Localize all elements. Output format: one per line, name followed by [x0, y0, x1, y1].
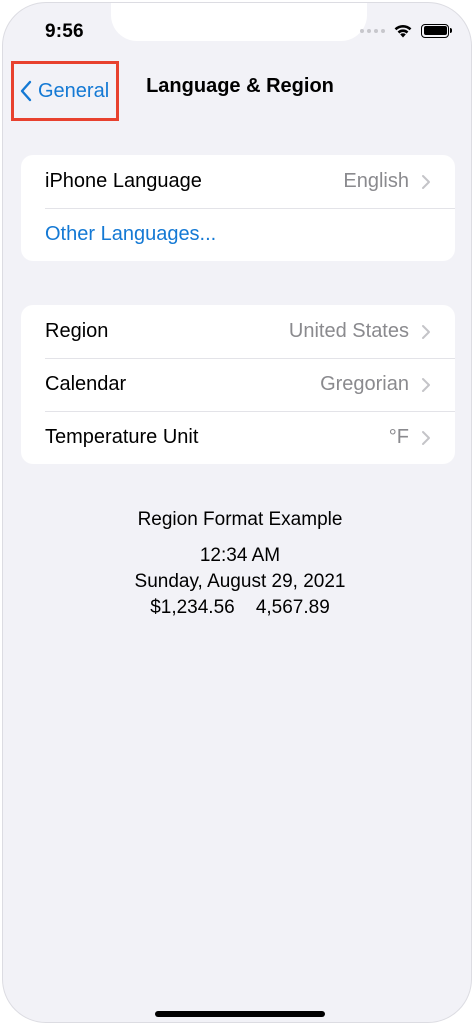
chevron-right-icon [422, 324, 430, 339]
chevron-right-icon [422, 377, 430, 392]
page-title: Language & Region [146, 75, 334, 97]
region-format-heading: Region Format Example [137, 509, 343, 530]
temperature-unit-row[interactable]: Temperature Unit °F [21, 411, 455, 464]
battery-icon [421, 23, 452, 38]
navigation-bar: General Language & Region [3, 59, 471, 121]
row-value: °F [388, 426, 409, 448]
chevron-right-icon [422, 174, 430, 189]
chevron-right-icon [422, 430, 430, 445]
format-date: Sunday, August 29, 2021 [134, 571, 346, 592]
row-label: Other Languages... [45, 223, 217, 245]
home-indicator[interactable] [155, 1011, 325, 1017]
phone-screen: 9:56 General Language & Region iPhone La… [2, 2, 472, 1023]
row-value: Gregorian [320, 373, 409, 395]
row-value: United States [288, 320, 409, 342]
row-label: Temperature Unit [45, 426, 199, 448]
device-notch [111, 3, 367, 41]
language-settings-group: iPhone Language English Other Languages.… [21, 155, 455, 261]
format-numbers: $1,234.56 4,567.89 [150, 597, 330, 618]
status-time: 9:56 [45, 21, 84, 42]
iphone-language-row[interactable]: iPhone Language English [21, 155, 455, 208]
cellular-signal-icon [360, 28, 385, 33]
row-value: English [343, 170, 409, 192]
region-format-example: Region Format Example 12:34 AM Sunday, A… [3, 507, 471, 621]
region-row[interactable]: Region United States [21, 305, 455, 358]
status-icons [360, 23, 452, 38]
row-label: iPhone Language [45, 170, 202, 192]
wifi-icon [394, 24, 412, 38]
region-settings-group: Region United States Calendar Gregorian … [21, 305, 455, 464]
row-label: Region [45, 320, 109, 342]
calendar-row[interactable]: Calendar Gregorian [21, 358, 455, 411]
other-languages-link[interactable]: Other Languages... [21, 208, 455, 261]
row-label: Calendar [45, 373, 127, 395]
format-time: 12:34 AM [199, 545, 281, 566]
